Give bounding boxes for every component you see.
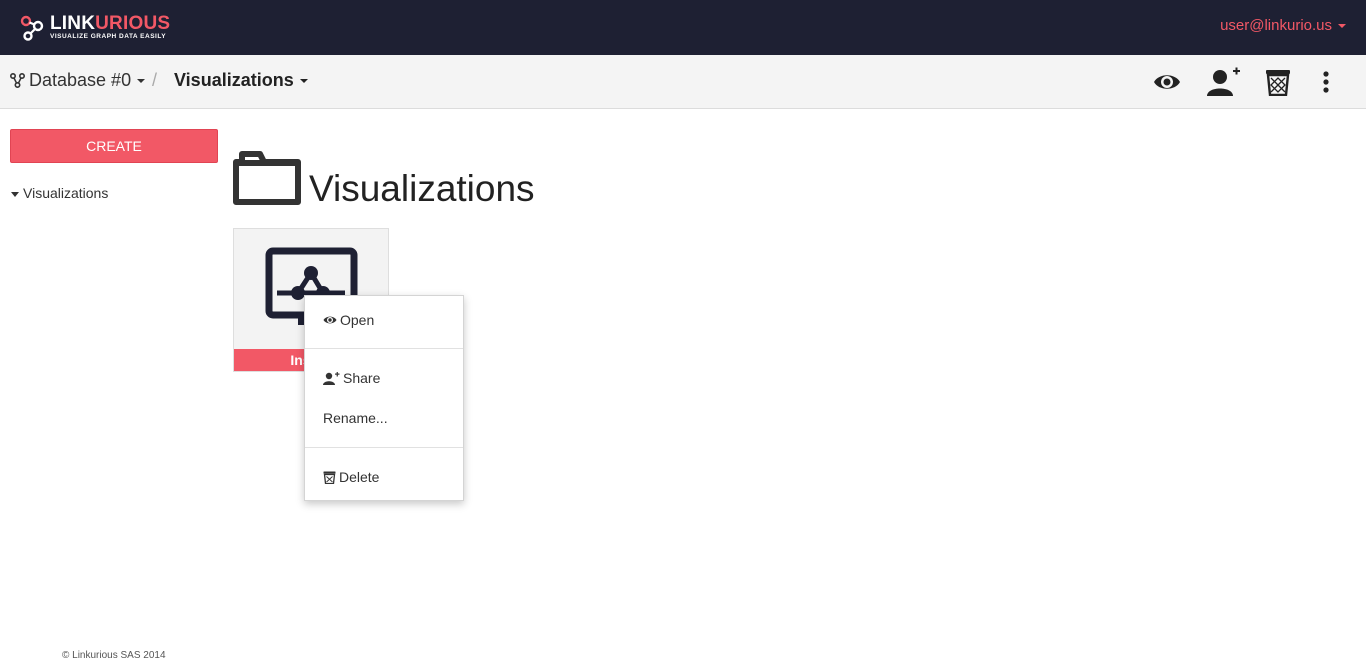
trash-icon — [323, 471, 336, 484]
user-menu-dropdown[interactable]: user@linkurio.us — [1220, 17, 1346, 34]
top-navbar: LINKURIOUS VISUALIZE GRAPH DATA EASILY u… — [0, 0, 1366, 55]
more-options-button[interactable] — [1311, 67, 1341, 97]
eye-icon — [323, 316, 337, 324]
sidebar-item-label: Visualizations — [23, 185, 109, 201]
logo-wordmark: LINKURIOUS — [50, 13, 170, 35]
delete-button[interactable] — [1263, 67, 1293, 97]
logo-tagline: VISUALIZE GRAPH DATA EASILY — [50, 33, 167, 40]
sidebar-item-visualizations[interactable]: Visualizations — [11, 185, 108, 201]
menu-item-label: Delete — [339, 469, 380, 485]
logo-graph-icon — [20, 15, 44, 41]
menu-item-delete[interactable]: Delete — [305, 467, 463, 487]
menu-item-rename[interactable]: Rename... — [305, 408, 463, 428]
page-title: Visualizations — [309, 168, 535, 209]
section-name: Visualizations — [174, 70, 294, 90]
create-button[interactable]: CREATE — [10, 129, 218, 163]
database-name: Database #0 — [29, 70, 132, 90]
footer-copyright: © Linkurious SAS 2014 — [62, 650, 166, 661]
menu-item-open[interactable]: Open — [305, 310, 463, 330]
folder-icon — [233, 151, 301, 205]
breadcrumb-separator: / — [152, 70, 158, 90]
eye-icon — [1154, 75, 1180, 89]
caret-down-icon — [11, 191, 19, 197]
menu-item-label: Open — [340, 312, 375, 328]
view-button[interactable] — [1152, 67, 1182, 97]
linkurious-logo[interactable]: LINKURIOUS VISUALIZE GRAPH DATA EASILY — [20, 13, 170, 43]
menu-item-label: Share — [343, 370, 381, 386]
add-user-icon — [323, 371, 340, 385]
section-selector[interactable]: Visualizations — [174, 70, 308, 91]
share-user-button[interactable] — [1206, 67, 1242, 97]
caret-down-icon — [1338, 24, 1346, 29]
logo-word-link: LINK — [50, 13, 96, 34]
graph-icon — [9, 72, 26, 89]
user-email: user@linkurio.us — [1220, 17, 1332, 34]
context-menu: Open Share Rename... Delete — [304, 295, 464, 501]
menu-divider — [305, 447, 463, 448]
menu-divider — [305, 348, 463, 349]
add-user-icon — [1207, 67, 1240, 96]
more-vertical-icon — [1323, 71, 1329, 93]
menu-item-label: Rename... — [323, 410, 388, 426]
breadcrumb-bar: Database #0 / Visualizations — [0, 55, 1366, 109]
caret-down-icon — [299, 79, 308, 84]
menu-item-share[interactable]: Share — [305, 368, 463, 388]
caret-down-icon — [137, 79, 146, 84]
logo-word-urious: URIOUS — [95, 13, 171, 34]
trash-icon — [1266, 70, 1290, 96]
database-selector[interactable]: Database #0 — [9, 70, 146, 91]
